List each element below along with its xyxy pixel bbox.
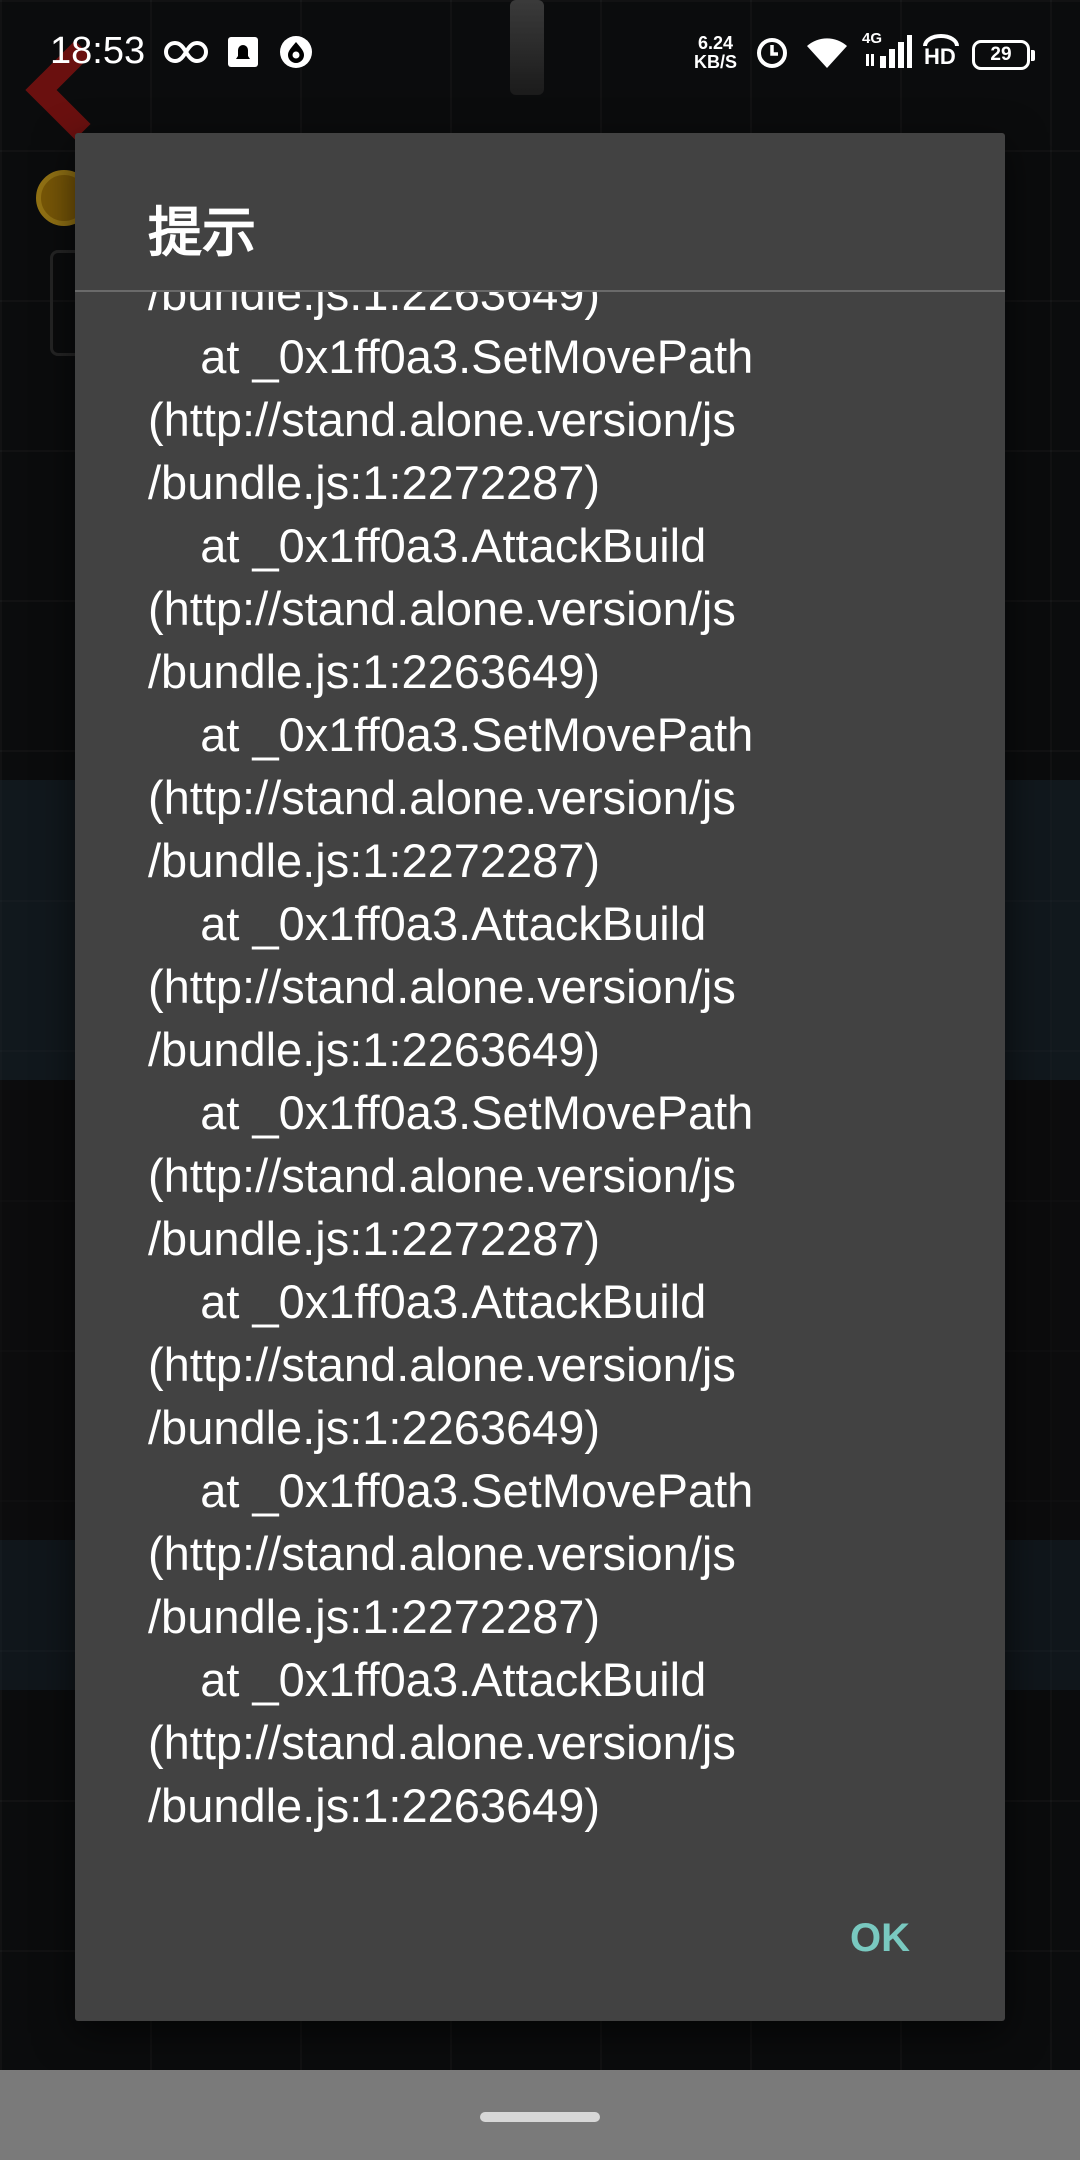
network-speed-value: 6.24 — [697, 33, 734, 53]
dialog-message-scroll[interactable]: /bundle.js:1:2263649) at _0x1ff0a3.SetMo… — [148, 292, 948, 1992]
link-icon — [162, 32, 210, 72]
hd-label: HD — [924, 44, 956, 69]
ok-button[interactable]: OK — [815, 1901, 945, 1975]
alarm-icon — [752, 32, 792, 72]
status-bar: 18:53 6.24 KB/S 4G HD 29 — [0, 0, 1080, 110]
dialog-title: 提示 — [148, 203, 256, 263]
navigation-bar — [0, 2070, 1080, 2160]
wifi-icon — [804, 32, 850, 72]
call-hd-icon: HD — [920, 32, 962, 72]
dialog-message: /bundle.js:1:2263649) at _0x1ff0a3.SetMo… — [148, 292, 754, 1832]
network-speed-unit: KB/S — [694, 52, 738, 72]
notification-icon — [226, 32, 260, 72]
network-speed: 6.24 KB/S — [694, 34, 737, 72]
signal-icon: 4G — [862, 30, 912, 72]
alert-dialog: 提示 /bundle.js:1:2263649) at _0x1ff0a3.Se… — [75, 133, 1005, 2021]
network-type: 4G — [862, 30, 883, 47]
battery-icon: 29 — [972, 40, 1035, 70]
status-time: 18:53 — [50, 30, 146, 72]
battery-level: 29 — [990, 44, 1012, 65]
app-icon — [278, 32, 314, 72]
home-gesture-handle[interactable] — [480, 2112, 600, 2122]
